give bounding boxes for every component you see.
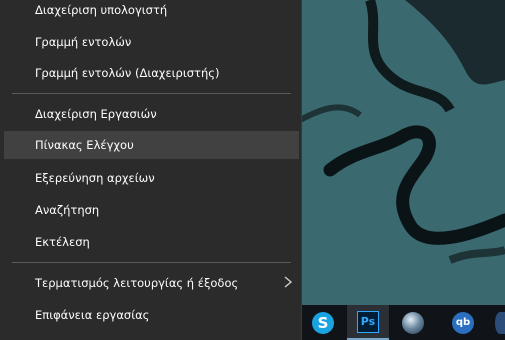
globe-icon xyxy=(402,311,424,334)
menu-item-search[interactable]: Αναζήτηση xyxy=(4,196,299,224)
taskbar: S Ps qb xyxy=(302,305,505,340)
menu-item-task-manager[interactable]: Διαχείριση Εργασιών xyxy=(4,100,299,128)
menu-item-desktop[interactable]: Επιφάνεια εργασίας xyxy=(4,301,299,329)
menu-separator xyxy=(12,262,291,263)
taskbar-button-skype[interactable]: S xyxy=(302,305,344,340)
taskbar-button-qbittorrent[interactable]: qb xyxy=(442,305,484,340)
app-icon xyxy=(495,311,505,334)
menu-item-shutdown-signout[interactable]: Τερματισμός λειτουργίας ή έξοδος xyxy=(4,269,299,297)
menu-item-file-explorer[interactable]: Εξερεύνηση αρχείων xyxy=(4,164,299,192)
wallpaper-image xyxy=(300,0,505,305)
menu-item-computer-management[interactable]: Διαχείριση υπολογιστή xyxy=(4,0,299,24)
taskbar-button-app[interactable] xyxy=(482,305,505,340)
photoshop-icon: Ps xyxy=(357,310,379,333)
menu-item-control-panel[interactable]: Πίνακας Ελέγχου xyxy=(4,131,299,159)
menu-separator xyxy=(12,93,291,94)
power-user-menu: Διαχείριση υπολογιστή Γραμμή εντολών Γρα… xyxy=(0,0,302,340)
menu-item-command-prompt-admin[interactable]: Γραμμή εντολών (Διαχειριστής) xyxy=(4,59,299,87)
taskbar-button-globe[interactable] xyxy=(392,305,434,340)
qbittorrent-icon: qb xyxy=(452,311,474,334)
menu-item-run[interactable]: Εκτέλεση xyxy=(4,228,299,256)
chevron-right-icon xyxy=(284,276,293,288)
taskbar-button-photoshop[interactable]: Ps xyxy=(347,305,389,340)
skype-icon: S xyxy=(312,311,334,334)
menu-item-command-prompt[interactable]: Γραμμή εντολών xyxy=(4,28,299,56)
